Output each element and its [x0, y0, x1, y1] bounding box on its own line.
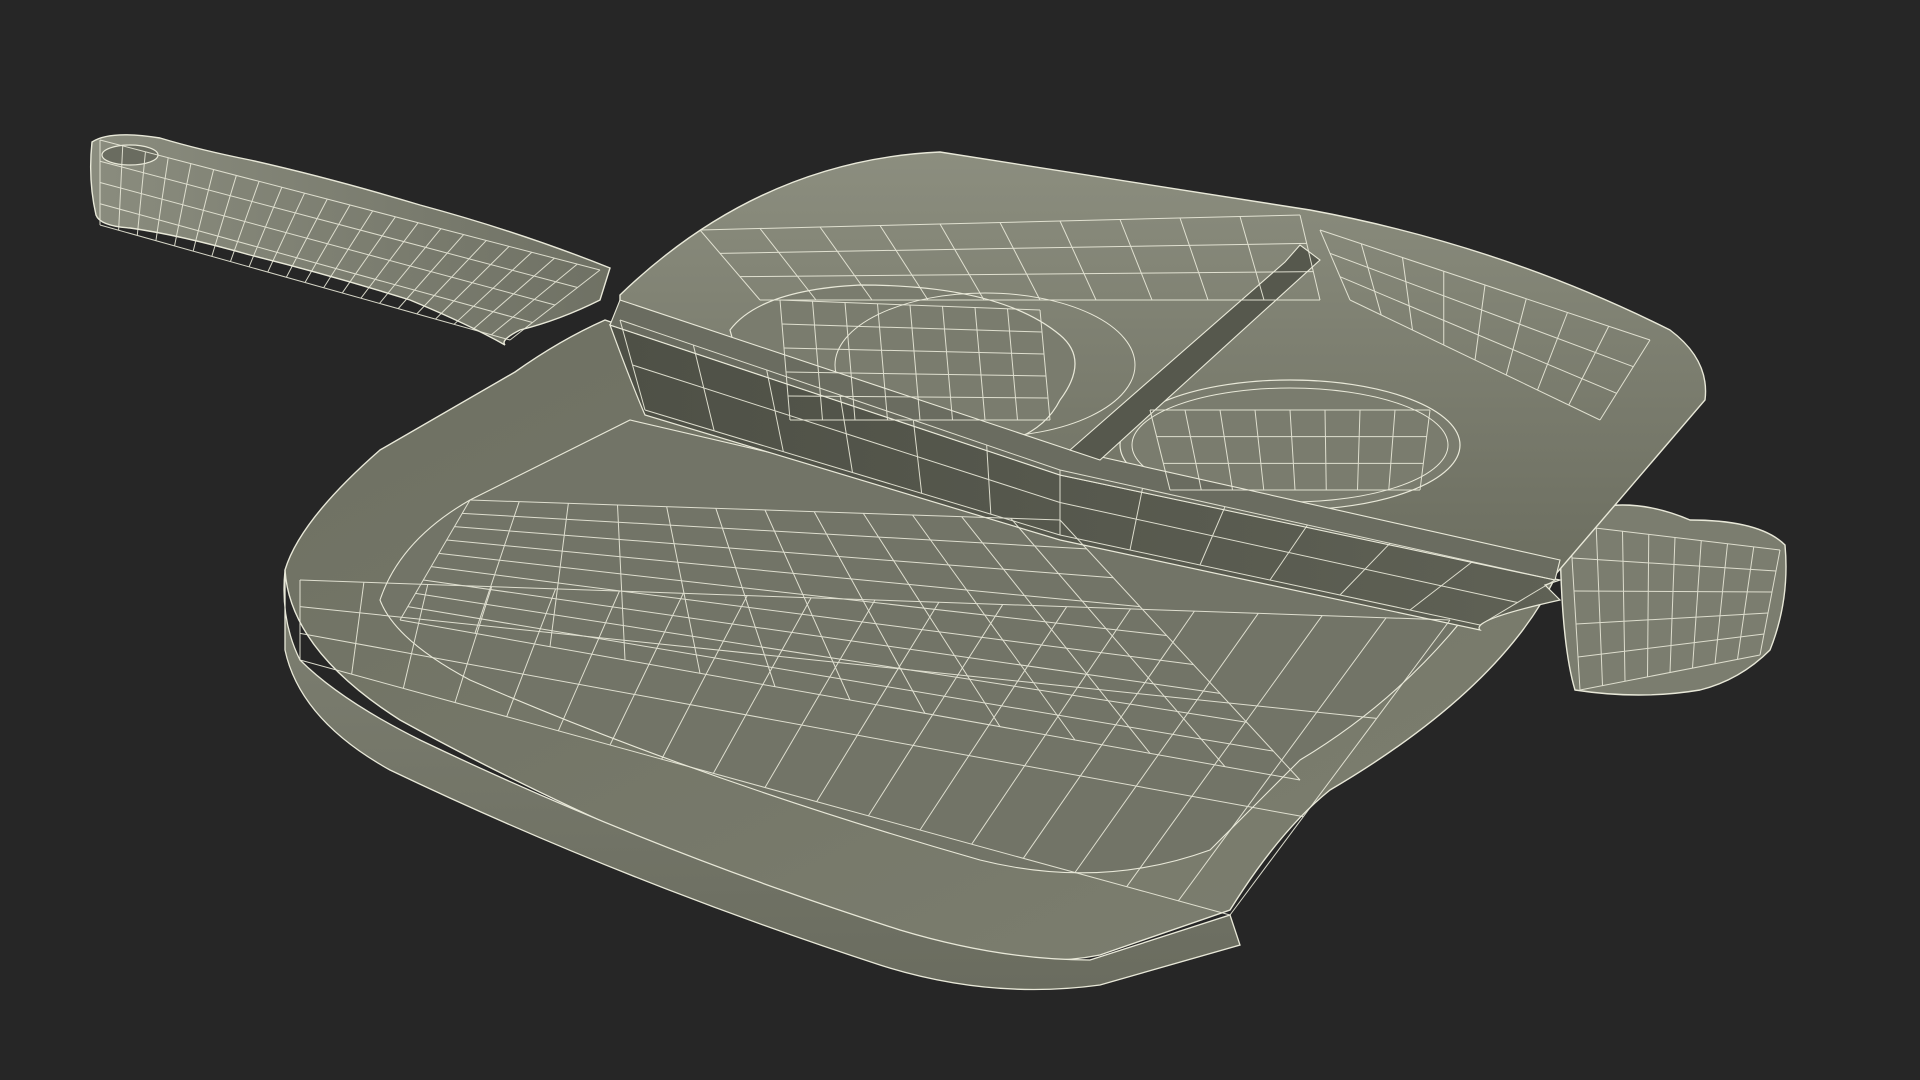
pan-handle — [89, 134, 611, 346]
viewport[interactable] — [0, 0, 1920, 1080]
pan-helper-handle — [1559, 504, 1787, 696]
wireframe-pan-model — [89, 134, 1787, 991]
